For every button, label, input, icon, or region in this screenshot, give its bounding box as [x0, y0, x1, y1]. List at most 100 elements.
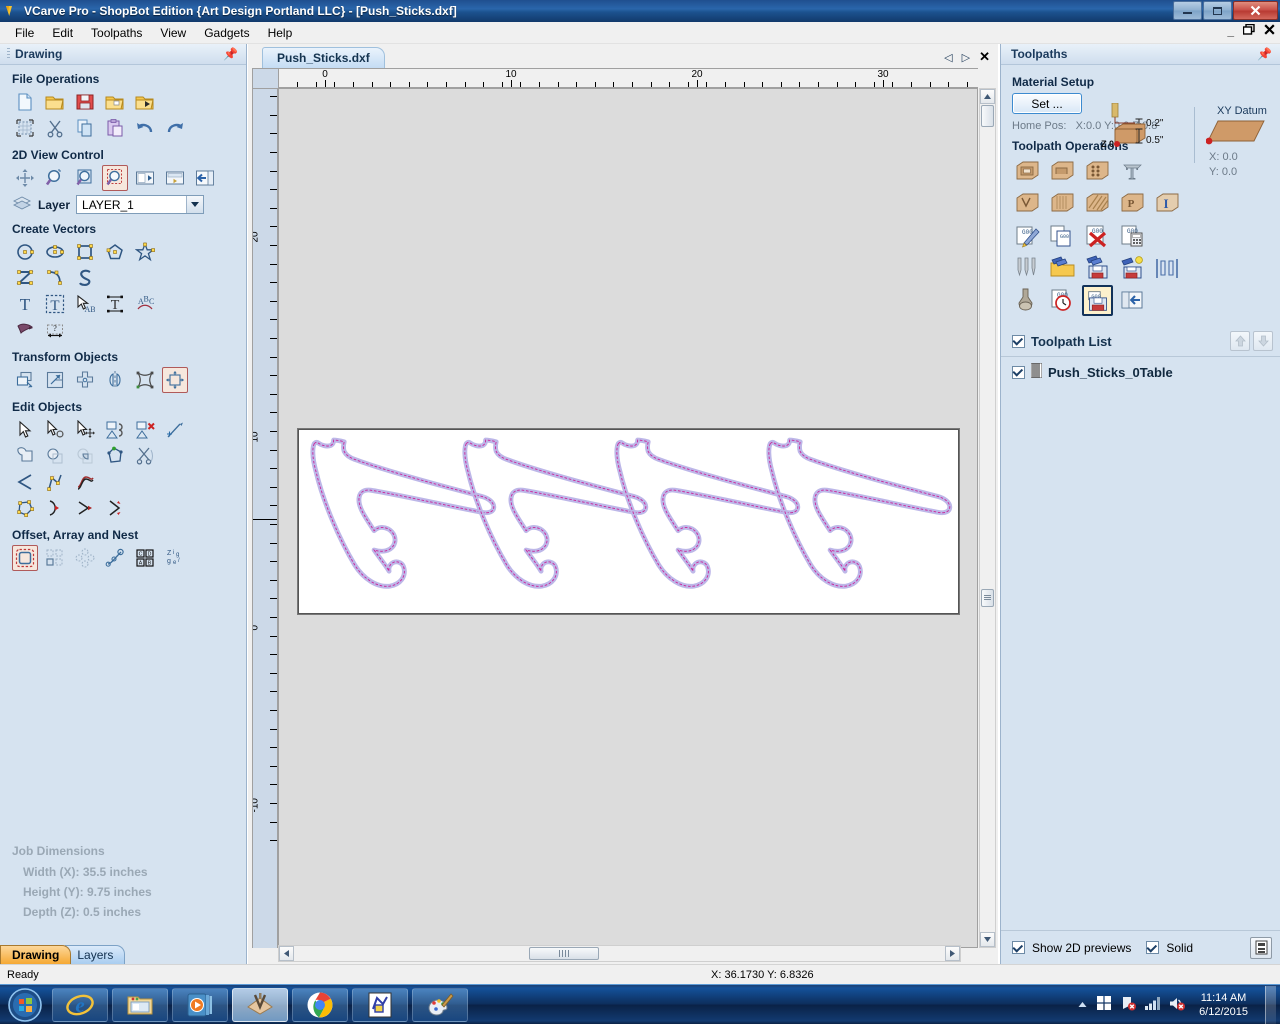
fillet-icon[interactable]	[12, 469, 38, 495]
subtract-vectors-icon[interactable]	[42, 443, 68, 469]
paste-icon[interactable]	[102, 115, 128, 141]
move-toolpath-down-button[interactable]	[1253, 331, 1273, 351]
mirror-object-icon[interactable]	[102, 367, 128, 393]
minimize-button[interactable]	[1173, 1, 1202, 20]
zoom-interactive-icon[interactable]	[42, 165, 68, 191]
polygon-icon[interactable]	[102, 239, 128, 265]
text-arc-icon[interactable]: ABC	[132, 291, 158, 317]
copy-icon[interactable]	[72, 115, 98, 141]
prev-tab-icon[interactable]: ◁	[944, 51, 952, 64]
undo-icon[interactable]	[132, 115, 158, 141]
tool-database-icon[interactable]	[1012, 253, 1043, 284]
import-file-icon[interactable]	[102, 89, 128, 115]
cut-icon[interactable]	[42, 115, 68, 141]
menu-file[interactable]: File	[6, 23, 43, 43]
vertical-scroll-thumb-top[interactable]	[981, 105, 994, 127]
curve-fit-icon[interactable]	[42, 469, 68, 495]
drawing-viewport[interactable]	[278, 88, 978, 948]
toolpath-calculator-icon[interactable]: G00	[1117, 221, 1148, 252]
job-setup-icon[interactable]	[12, 115, 38, 141]
menu-help[interactable]: Help	[259, 23, 302, 43]
toolpath-template-open-icon[interactable]	[1047, 253, 1078, 284]
import-bitmap-icon[interactable]	[132, 89, 158, 115]
intersect-vectors-icon[interactable]	[72, 443, 98, 469]
show-desktop-button[interactable]	[1265, 985, 1276, 1024]
scroll-down-arrow[interactable]	[980, 932, 995, 947]
move-toolpath-up-button[interactable]	[1230, 331, 1250, 351]
solid-checkbox[interactable]	[1146, 941, 1160, 954]
signal-icon[interactable]	[1144, 996, 1161, 1013]
align-objects-icon[interactable]	[162, 367, 188, 393]
zoom-to-drawing-icon[interactable]	[132, 165, 158, 191]
reverse-direction-icon[interactable]	[102, 495, 128, 521]
node-edit-icon[interactable]	[42, 417, 68, 443]
rectangle-icon[interactable]	[72, 239, 98, 265]
google-chrome-icon[interactable]	[292, 987, 348, 1022]
join-vectors-icon[interactable]	[102, 443, 128, 469]
next-tab-icon[interactable]: ▷	[962, 51, 970, 64]
scroll-up-arrow[interactable]	[980, 89, 995, 104]
windows-start-orb-icon[interactable]	[2, 987, 48, 1023]
circular-copy-icon[interactable]	[72, 545, 98, 571]
delete-toolpath-icon[interactable]: G00	[1082, 221, 1113, 252]
menu-view[interactable]: View	[151, 23, 195, 43]
tab-layers[interactable]: Layers	[65, 945, 126, 964]
toolpath-template-save-icon[interactable]	[1082, 253, 1113, 284]
toolpath-list-checkbox[interactable]	[1012, 334, 1025, 348]
action-center-icon[interactable]	[1096, 995, 1112, 1014]
prism-carving-icon[interactable]	[1047, 189, 1078, 220]
menu-toolpaths[interactable]: Toolpaths	[82, 23, 151, 43]
copy-along-curve-icon[interactable]	[102, 545, 128, 571]
rotate-object-icon[interactable]	[72, 367, 98, 393]
mdi-restore-button[interactable]	[1242, 23, 1255, 37]
move-object-icon[interactable]	[12, 367, 38, 393]
internet-explorer-icon[interactable]: e	[52, 987, 108, 1022]
restore-button[interactable]	[1203, 1, 1232, 20]
prism-toolpath-icon[interactable]: P	[1117, 189, 1148, 220]
scale-object-icon[interactable]	[42, 367, 68, 393]
toggle-panes-icon[interactable]	[192, 165, 218, 191]
move-nodes-icon[interactable]	[72, 417, 98, 443]
pin-icon[interactable]: 📌	[1257, 47, 1272, 61]
curve-icon[interactable]	[42, 265, 68, 291]
vertical-ruler[interactable]: 20 10 0 -10	[252, 88, 278, 948]
horizontal-scrollbar[interactable]	[278, 945, 961, 962]
horizontal-ruler[interactable]: 0 10 20 30	[278, 68, 978, 88]
duplicate-toolpath-icon[interactable]: G00	[1047, 221, 1078, 252]
horizontal-scroll-thumb[interactable]	[529, 947, 599, 960]
toolpath-item-checkbox[interactable]	[1012, 365, 1025, 379]
aspire-vectric-icon[interactable]	[352, 987, 408, 1022]
trim-vectors-icon[interactable]	[132, 443, 158, 469]
ungroup-objects-icon[interactable]	[132, 417, 158, 443]
profile-toolpath-icon[interactable]	[1012, 157, 1043, 188]
select-arrow-icon[interactable]	[12, 417, 38, 443]
paint-icon[interactable]	[412, 987, 468, 1022]
menu-edit[interactable]: Edit	[43, 23, 82, 43]
merge-toolpath-icon[interactable]	[1117, 285, 1148, 316]
zoom-to-material-icon[interactable]	[162, 165, 188, 191]
save-file-icon[interactable]	[72, 89, 98, 115]
weld-vectors-icon[interactable]	[12, 443, 38, 469]
toolpath-template-auto-icon[interactable]	[1117, 253, 1148, 284]
zoom-extents-icon[interactable]	[72, 165, 98, 191]
notes-icon[interactable]	[1250, 936, 1272, 959]
close-button[interactable]	[1233, 1, 1278, 20]
polyline-icon[interactable]	[12, 265, 38, 291]
text-on-curve-icon[interactable]: T	[102, 291, 128, 317]
toolpath-list-item[interactable]: Push_Sticks_0Table	[1001, 357, 1280, 381]
star-icon[interactable]	[132, 239, 158, 265]
windows-explorer-icon[interactable]	[112, 987, 168, 1022]
vertical-scrollbar[interactable]	[979, 88, 996, 948]
inlay-toolpath-icon[interactable]: I	[1152, 189, 1183, 220]
vcarve-pro-icon[interactable]	[232, 987, 288, 1022]
close-tab-icon[interactable]: ✕	[979, 49, 990, 65]
save-toolpath-icon[interactable]: G00	[1082, 285, 1113, 316]
new-file-icon[interactable]	[12, 89, 38, 115]
chevron-down-icon[interactable]	[186, 196, 204, 213]
menu-gadgets[interactable]: Gadgets	[195, 23, 258, 43]
trace-bitmap-icon[interactable]	[12, 317, 38, 343]
windows-media-player-icon[interactable]	[172, 987, 228, 1022]
scroll-right-arrow[interactable]	[945, 946, 960, 961]
pan-icon[interactable]	[12, 165, 38, 191]
edit-text-icon[interactable]: T	[42, 291, 68, 317]
